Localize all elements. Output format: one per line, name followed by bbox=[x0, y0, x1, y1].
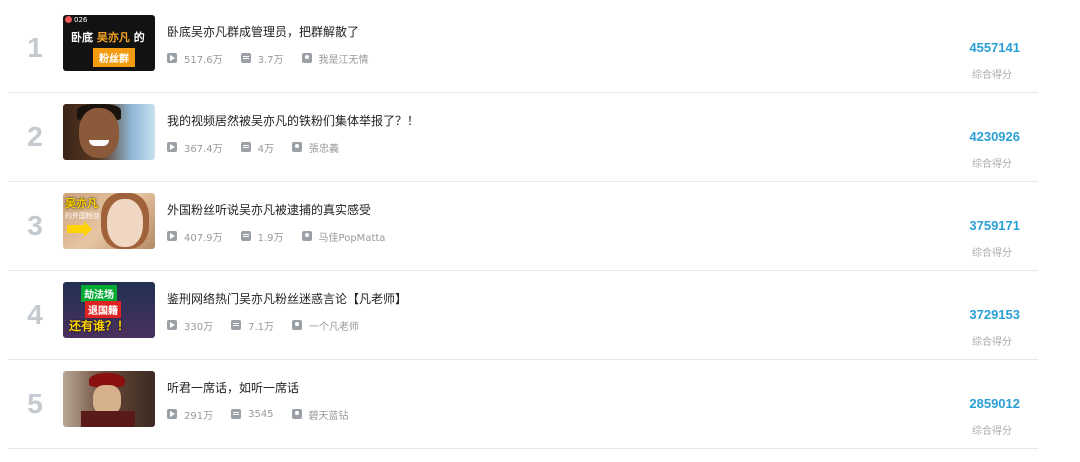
thumbnail-caption: 还有谁？！ bbox=[69, 319, 130, 333]
score-label: 综合得分 bbox=[972, 337, 1012, 348]
video-thumbnail[interactable] bbox=[63, 104, 155, 160]
video-title[interactable]: 听君一席话，如听一席话 bbox=[167, 379, 299, 396]
play-count: 330万 bbox=[184, 321, 214, 333]
ranking-row[interactable]: 5 听君一席话，如听一席话 291万 3545 碧天蓝钻 2859012 综合得… bbox=[8, 360, 1038, 449]
ranking-row[interactable]: 1 026 卧底 吴亦凡 的 粉丝群 卧底吴亦凡群成管理员，把群解散了 517.… bbox=[8, 4, 1038, 93]
video-thumbnail[interactable]: 吴亦凡 的外国粉丝 bbox=[63, 193, 155, 249]
thumbnail-art bbox=[81, 411, 135, 427]
video-thumbnail[interactable] bbox=[63, 371, 155, 427]
rank-number: 5 bbox=[27, 388, 43, 419]
play-count: 291万 bbox=[184, 410, 214, 422]
score-label: 综合得分 bbox=[972, 70, 1012, 81]
danmaku-icon bbox=[240, 53, 251, 63]
uploader-icon bbox=[291, 409, 302, 419]
video-meta: 367.4万 4万 張忠義 bbox=[167, 139, 357, 155]
video-meta: 517.6万 3.7万 我是江无情 bbox=[167, 50, 387, 66]
arrow-right-icon bbox=[67, 221, 92, 237]
uploader-name[interactable]: 马佳PopMatta bbox=[319, 229, 386, 244]
play-count-icon bbox=[167, 53, 177, 63]
thumbnail-caption-sub: 的外国粉丝 bbox=[65, 212, 100, 220]
video-title[interactable]: 外国粉丝听说吴亦凡被逮捕的真实感受 bbox=[167, 201, 371, 218]
thumbnail-caption: 卧底 吴亦凡 的 bbox=[71, 29, 145, 45]
thumbnail-caption-part: 的 bbox=[133, 31, 145, 44]
video-meta: 330万 7.1万 一个凡老师 bbox=[167, 317, 377, 333]
uploader-name[interactable]: 一个凡老师 bbox=[309, 318, 359, 333]
thumbnail-caption-highlight: 吴亦凡 bbox=[96, 31, 130, 44]
thumbnail-art bbox=[79, 108, 119, 158]
play-count: 367.4万 bbox=[184, 143, 223, 155]
thumbnail-badge: 026 bbox=[65, 16, 87, 24]
play-count-icon bbox=[167, 409, 177, 419]
danmaku-count: 3545 bbox=[248, 408, 274, 420]
uploader-icon bbox=[292, 142, 303, 152]
uploader-name[interactable]: 碧天蓝钻 bbox=[309, 407, 349, 422]
danmaku-count: 7.1万 bbox=[248, 321, 274, 333]
score-value: 4557141 bbox=[969, 40, 1020, 55]
uploader-icon bbox=[301, 231, 312, 241]
danmaku-icon bbox=[240, 142, 251, 152]
uploader-icon bbox=[301, 53, 312, 63]
play-count-icon bbox=[167, 320, 177, 330]
video-meta: 407.9万 1.9万 马佳PopMatta bbox=[167, 228, 403, 244]
play-count: 517.6万 bbox=[184, 54, 223, 66]
thumbnail-caption-part: 卧底 bbox=[71, 31, 93, 44]
thumbnail-caption-tag: 粉丝群 bbox=[93, 48, 135, 67]
score-value: 3729153 bbox=[969, 307, 1020, 322]
score-value: 2859012 bbox=[969, 396, 1020, 411]
score-value: 3759171 bbox=[969, 218, 1020, 233]
danmaku-count: 3.7万 bbox=[257, 54, 284, 66]
danmaku-icon bbox=[240, 231, 251, 241]
play-count-icon bbox=[167, 231, 177, 241]
rank-number: 1 bbox=[27, 32, 43, 63]
danmaku-count: 1.9万 bbox=[257, 232, 284, 244]
rank-number: 4 bbox=[27, 299, 43, 330]
score-label: 综合得分 bbox=[972, 159, 1012, 170]
uploader-icon bbox=[292, 320, 302, 330]
danmaku-count: 4万 bbox=[257, 143, 275, 155]
ranking-row[interactable]: 2 我的视频居然被吴亦凡的铁粉们集体举报了？！ 367.4万 4万 張忠義 42… bbox=[8, 93, 1038, 182]
thumbnail-caption: 吴亦凡 bbox=[65, 197, 98, 210]
rank-number: 3 bbox=[27, 210, 43, 241]
thumbnail-art bbox=[89, 140, 109, 146]
thumbnail-art bbox=[107, 199, 143, 247]
uploader-name[interactable]: 我是江无情 bbox=[319, 51, 369, 66]
video-title[interactable]: 鉴刑网络热门吴亦凡粉丝迷惑言论【凡老师】 bbox=[167, 290, 407, 307]
video-thumbnail[interactable]: 劫法场 退国籍 还有谁？！ bbox=[63, 282, 155, 338]
ranking-row[interactable]: 3 吴亦凡 的外国粉丝 外国粉丝听说吴亦凡被逮捕的真实感受 407.9万 1.9… bbox=[8, 182, 1038, 271]
ranking-row[interactable]: 4 劫法场 退国籍 还有谁？！ 鉴刑网络热门吴亦凡粉丝迷惑言论【凡老师】 330… bbox=[8, 271, 1038, 360]
thumbnail-caption: 退国籍 bbox=[85, 301, 121, 318]
play-count-icon bbox=[167, 142, 177, 152]
video-meta: 291万 3545 碧天蓝钻 bbox=[167, 406, 367, 422]
video-title[interactable]: 卧底吴亦凡群成管理员，把群解散了 bbox=[167, 23, 359, 40]
danmaku-icon bbox=[231, 320, 242, 330]
video-thumbnail[interactable]: 026 卧底 吴亦凡 的 粉丝群 bbox=[63, 15, 155, 71]
rank-number: 2 bbox=[27, 121, 43, 152]
uploader-name[interactable]: 張忠義 bbox=[309, 140, 339, 155]
video-title[interactable]: 我的视频居然被吴亦凡的铁粉们集体举报了？！ bbox=[167, 112, 419, 129]
score-value: 4230926 bbox=[969, 129, 1020, 144]
score-label: 综合得分 bbox=[972, 426, 1012, 437]
play-count: 407.9万 bbox=[184, 232, 223, 244]
thumbnail-caption: 劫法场 bbox=[81, 285, 117, 302]
score-label: 综合得分 bbox=[972, 248, 1012, 259]
danmaku-icon bbox=[231, 409, 242, 419]
